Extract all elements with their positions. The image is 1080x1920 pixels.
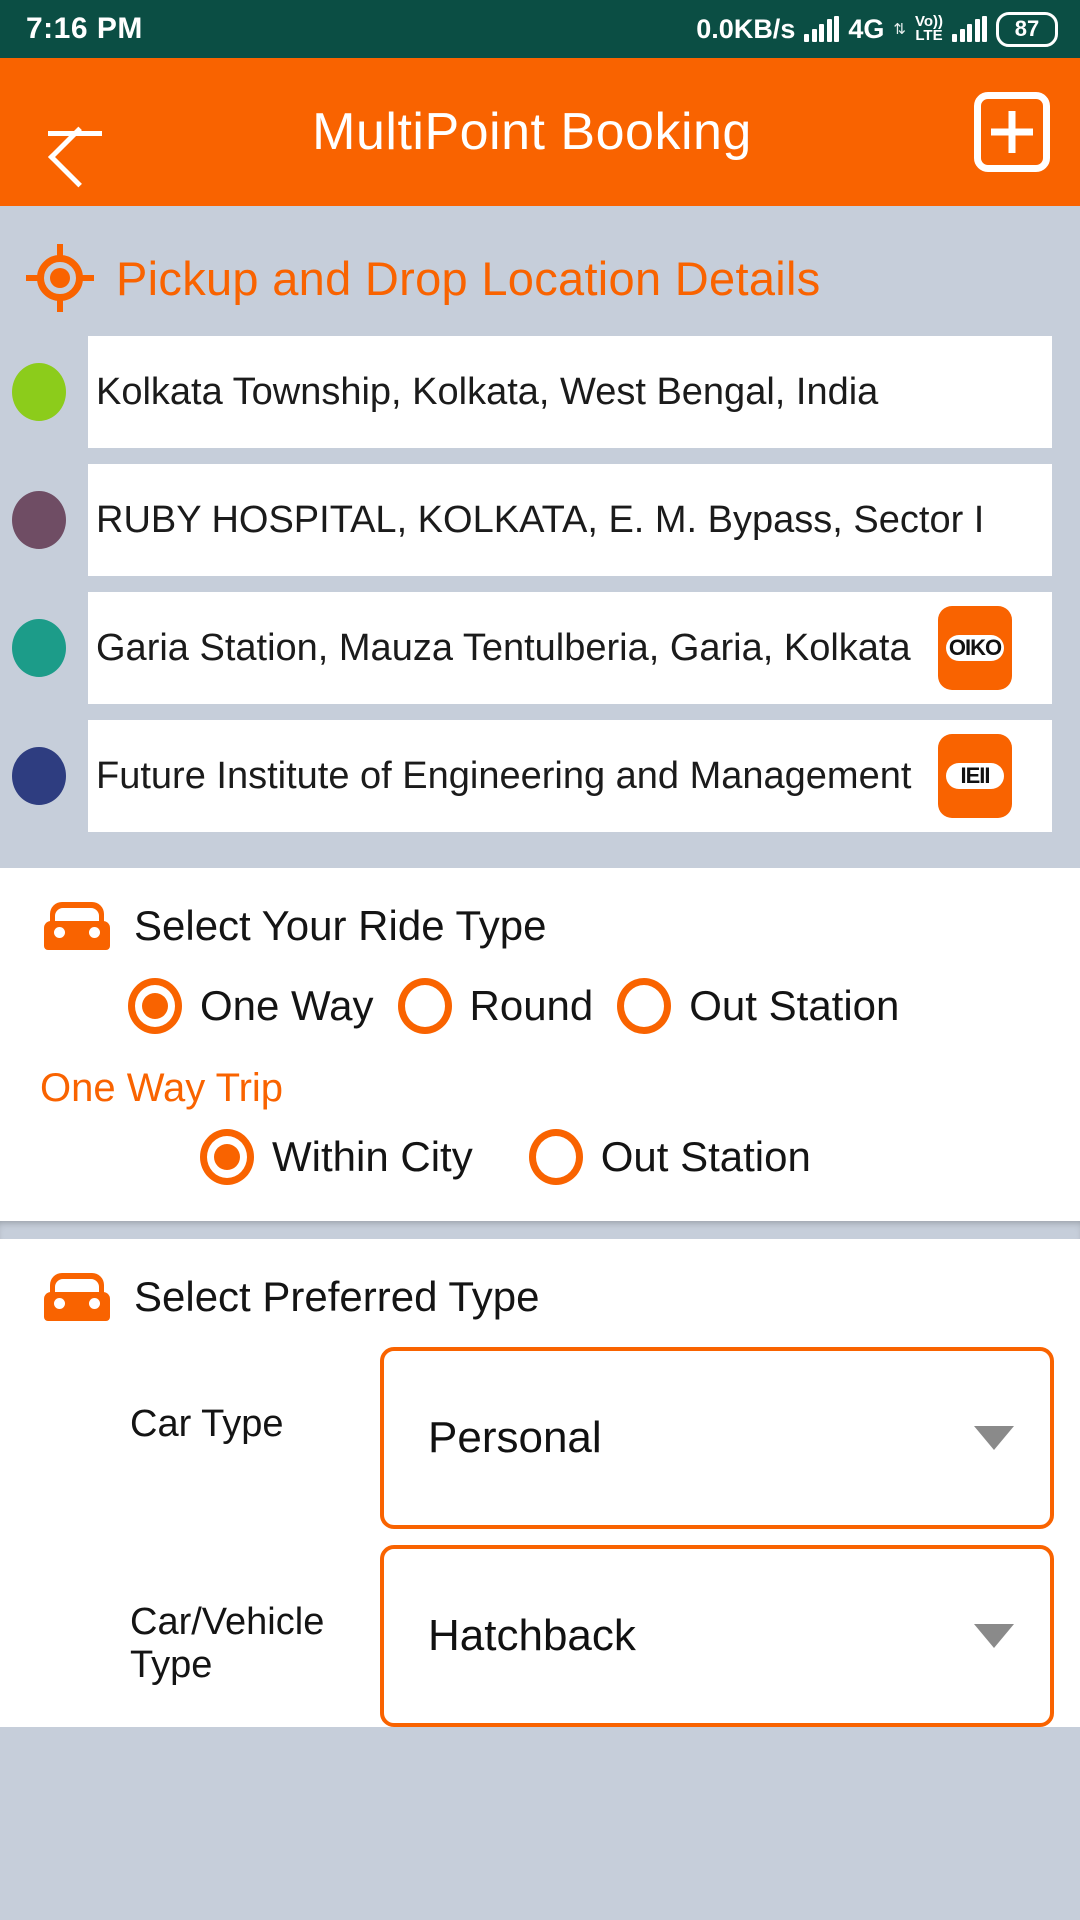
radio-icon[interactable] — [528, 1129, 583, 1185]
status-bar-indicators: 0.0KB/s 4G ⇅ Vo)) LTE 87 — [696, 11, 1058, 47]
location-dot-icon — [12, 619, 66, 677]
ride-type-header: Select Your Ride Type — [0, 868, 1080, 960]
car-icon — [44, 902, 110, 950]
radio-label: Out Station — [600, 1133, 811, 1180]
preferred-type-header: Select Preferred Type — [0, 1239, 1080, 1331]
volte-icon: Vo)) LTE — [915, 14, 943, 44]
page-title: MultiPoint Booking — [312, 103, 752, 161]
page-scroll-container[interactable]: Pickup and Drop Location Details Kolkata… — [0, 206, 1080, 1727]
car-type-value: Personal — [428, 1413, 602, 1462]
location-action-button[interactable]: OIKO — [938, 606, 1012, 690]
car-icon — [44, 1273, 110, 1321]
status-bar: 7:16 PM 0.0KB/s 4G ⇅ Vo)) LTE 87 — [0, 0, 1080, 58]
network-type-text: 4G — [848, 13, 885, 44]
vehicle-type-select[interactable]: Hatchback — [380, 1545, 1054, 1727]
signal-bars-icon-1 — [804, 16, 840, 42]
location-action-glyph: IEII — [946, 763, 1004, 789]
gps-crosshair-icon — [26, 244, 94, 312]
ride-type-option-out-station[interactable]: Out Station — [617, 978, 899, 1034]
car-type-select[interactable]: Personal — [380, 1347, 1054, 1529]
one-way-trip-options: Within City Out Station — [0, 1111, 1080, 1195]
location-text: Future Institute of Engineering and Mana… — [96, 754, 912, 797]
ride-type-option-one-way[interactable]: One Way — [128, 978, 374, 1034]
location-row[interactable]: Garia Station, Mauza Tentulberia, Garia,… — [0, 592, 1080, 704]
ride-type-title: Select Your Ride Type — [134, 902, 547, 949]
volte-bottom-text: LTE — [915, 27, 943, 44]
vehicle-type-label: Car/Vehicle Type — [130, 1601, 325, 1686]
location-action-glyph: OIKO — [946, 635, 1004, 661]
one-way-trip-subtitle: One Way Trip — [40, 1066, 284, 1110]
radio-icon[interactable] — [397, 978, 452, 1034]
radio-label: Within City — [272, 1133, 473, 1180]
radio-label: Round — [469, 982, 594, 1029]
preferred-type-card: Select Preferred Type Car Type Personal … — [0, 1239, 1080, 1727]
radio-icon[interactable] — [617, 978, 672, 1034]
battery-indicator: 87 — [996, 11, 1058, 47]
trip-option-out-station[interactable]: Out Station — [528, 1129, 811, 1185]
chevron-down-icon[interactable] — [974, 1426, 1014, 1450]
trip-option-within-city[interactable]: Within City — [200, 1129, 473, 1185]
location-input[interactable]: RUBY HOSPITAL, KOLKATA, E. M. Bypass, Se… — [88, 464, 1052, 576]
location-row[interactable]: Kolkata Township, Kolkata, West Bengal, … — [0, 336, 1080, 448]
ride-type-options: One Way Round Out Station — [0, 960, 1080, 1044]
vehicle-type-row: Car/Vehicle Type Hatchback — [0, 1529, 1080, 1727]
location-input[interactable]: Garia Station, Mauza Tentulberia, Garia,… — [88, 592, 1052, 704]
chevron-down-icon[interactable] — [974, 1624, 1014, 1648]
car-type-label: Car Type — [130, 1403, 284, 1445]
vehicle-type-value: Hatchback — [428, 1611, 636, 1660]
radio-icon[interactable] — [128, 978, 182, 1034]
location-dot-icon — [12, 747, 66, 805]
pickup-drop-title: Pickup and Drop Location Details — [116, 251, 821, 305]
location-dot-icon — [12, 363, 66, 421]
location-text: Kolkata Township, Kolkata, West Bengal, … — [96, 370, 879, 413]
card-divider — [0, 1221, 1080, 1239]
ride-type-card: Select Your Ride Type One Way Round Out … — [0, 868, 1080, 1221]
location-text: Garia Station, Mauza Tentulberia, Garia,… — [96, 626, 911, 669]
location-text: RUBY HOSPITAL, KOLKATA, E. M. Bypass, Se… — [96, 498, 985, 541]
radio-icon[interactable] — [200, 1129, 254, 1185]
data-transfer-icon: ⇅ — [893, 20, 906, 38]
location-row[interactable]: Future Institute of Engineering and Mana… — [0, 720, 1080, 832]
location-input[interactable]: Kolkata Township, Kolkata, West Bengal, … — [88, 336, 1052, 448]
location-input[interactable]: Future Institute of Engineering and Mana… — [88, 720, 1052, 832]
signal-bars-icon-2 — [952, 16, 987, 42]
network-speed-text: 0.0KB/s — [696, 13, 796, 44]
pickup-drop-section: Pickup and Drop Location Details Kolkata… — [0, 206, 1080, 868]
preferred-type-title: Select Preferred Type — [134, 1273, 540, 1320]
back-arrow-icon[interactable] — [40, 97, 110, 167]
status-bar-time: 7:16 PM — [26, 12, 143, 45]
location-row[interactable]: RUBY HOSPITAL, KOLKATA, E. M. Bypass, Se… — [0, 464, 1080, 576]
app-bar: MultiPoint Booking — [0, 58, 1080, 206]
ride-type-option-round[interactable]: Round — [397, 978, 594, 1034]
pickup-drop-header: Pickup and Drop Location Details — [0, 224, 1080, 336]
radio-label: One Way — [200, 982, 374, 1029]
location-action-button[interactable]: IEII — [938, 734, 1012, 818]
radio-label: Out Station — [689, 982, 900, 1029]
add-box-icon[interactable] — [974, 92, 1050, 172]
car-type-row: Car Type Personal — [0, 1331, 1080, 1529]
location-dot-icon — [12, 491, 66, 549]
